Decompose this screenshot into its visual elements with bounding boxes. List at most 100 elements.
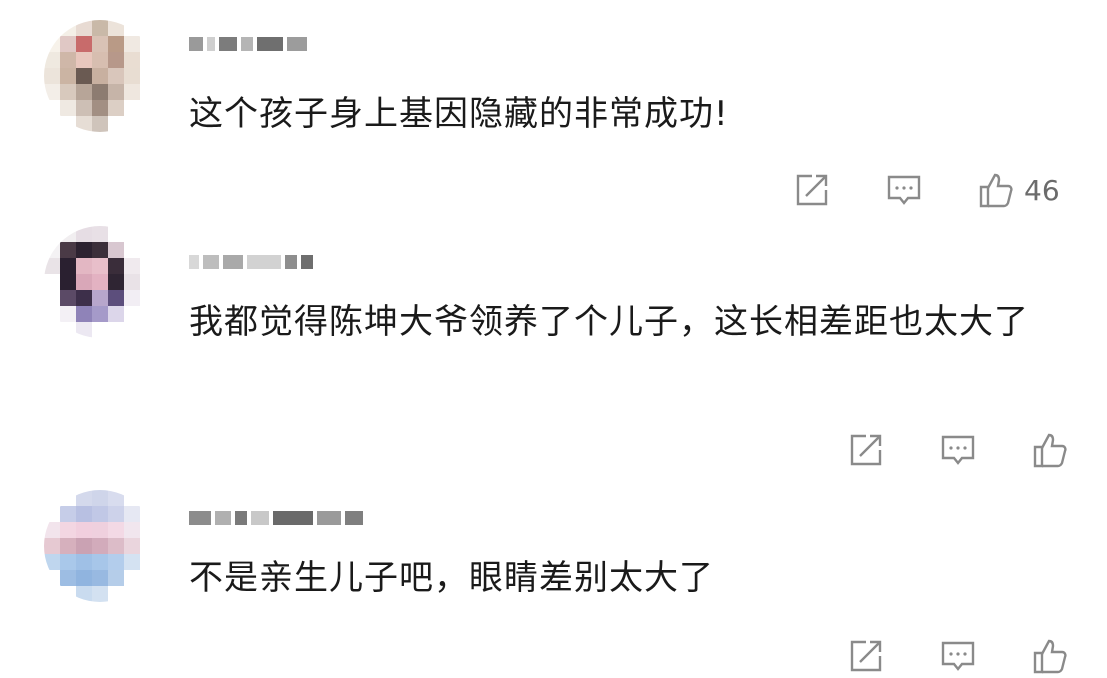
avatar-pixel	[140, 68, 156, 84]
like-icon	[979, 173, 1013, 208]
avatar-pixel	[76, 490, 92, 506]
avatar-pixel	[140, 290, 156, 306]
avatar-pixel	[124, 554, 140, 570]
avatar[interactable]	[44, 226, 156, 338]
avatar-pixel	[76, 522, 92, 538]
avatar-pixel	[92, 84, 108, 100]
reply-icon[interactable]	[938, 430, 978, 470]
avatar-pixel	[108, 20, 124, 36]
comment-text: 这个孩子身上基因隐藏的非常成功!	[189, 94, 729, 134]
reply-icon[interactable]	[938, 636, 978, 676]
avatar-pixel	[124, 242, 140, 258]
avatar-pixel	[124, 274, 140, 290]
comment-actions	[846, 634, 1078, 678]
avatar-pixel	[44, 20, 60, 36]
avatar-pixel	[124, 36, 140, 52]
avatar-pixel	[140, 322, 156, 338]
avatar-pixel	[76, 100, 92, 116]
avatar-pixel	[124, 306, 140, 322]
avatar-pixel	[60, 68, 76, 84]
avatar-pixel	[60, 36, 76, 52]
avatar-pixel	[44, 554, 60, 570]
avatar-pixel	[76, 274, 92, 290]
avatar-pixel	[124, 100, 140, 116]
avatar[interactable]	[44, 20, 156, 132]
avatar-pixel	[108, 522, 124, 538]
comment-actions: 46	[792, 168, 1060, 212]
avatar-pixel	[140, 586, 156, 602]
avatar-pixel	[44, 522, 60, 538]
share-icon[interactable]	[846, 430, 886, 470]
like-button[interactable]	[1030, 430, 1078, 470]
avatar-pixel	[124, 116, 140, 132]
avatar-pixel	[140, 306, 156, 322]
avatar-pixel	[92, 274, 108, 290]
avatar-pixel	[44, 570, 60, 586]
avatar-pixel	[92, 506, 108, 522]
avatar[interactable]	[44, 490, 156, 602]
like-icon	[1033, 639, 1067, 674]
avatar-pixel	[44, 538, 60, 554]
avatar-pixel	[60, 570, 76, 586]
avatar-pixel	[76, 586, 92, 602]
avatar-pixel	[92, 290, 108, 306]
comment-text: 不是亲生儿子吧，眼睛差别太大了	[189, 558, 714, 598]
avatar-pixel	[76, 554, 92, 570]
comment-list: 这个孩子身上基因隐藏的非常成功! 46 我都觉得陈坤大爷领养了个儿子，这长相差距…	[0, 0, 1107, 678]
avatar-pixel	[124, 570, 140, 586]
avatar-pixel	[44, 84, 60, 100]
avatar-pixel	[60, 226, 76, 242]
avatar-pixel	[60, 242, 76, 258]
avatar-pixel	[60, 84, 76, 100]
avatar-pixel	[44, 36, 60, 52]
avatar-pixel	[108, 242, 124, 258]
username-blurred[interactable]	[189, 252, 313, 272]
avatar-pixel	[124, 522, 140, 538]
avatar-pixel	[60, 116, 76, 132]
avatar-pixel	[108, 554, 124, 570]
avatar-pixel	[108, 100, 124, 116]
avatar-pixel	[76, 258, 92, 274]
avatar-pixel	[44, 242, 60, 258]
avatar-pixel	[140, 52, 156, 68]
avatar-pixel	[44, 586, 60, 602]
share-icon[interactable]	[846, 636, 886, 676]
like-button[interactable]	[1030, 636, 1078, 676]
username-blurred[interactable]	[189, 34, 307, 54]
avatar-pixel	[92, 306, 108, 322]
avatar-pixel	[108, 490, 124, 506]
avatar-pixel	[124, 226, 140, 242]
avatar-pixel	[140, 274, 156, 290]
avatar-pixel	[44, 306, 60, 322]
avatar-pixel	[60, 322, 76, 338]
avatar-pixel	[92, 52, 108, 68]
avatar-pixel	[108, 322, 124, 338]
avatar-pixel	[124, 538, 140, 554]
avatar-pixel	[44, 52, 60, 68]
avatar-pixel	[140, 506, 156, 522]
like-count: 46	[1024, 173, 1060, 207]
avatar-pixel	[92, 554, 108, 570]
avatar-pixel	[92, 538, 108, 554]
avatar-pixel	[124, 490, 140, 506]
avatar-pixel	[108, 506, 124, 522]
avatar-pixel	[140, 570, 156, 586]
avatar-pixel	[76, 68, 92, 84]
avatar-pixel	[92, 68, 108, 84]
username-blurred[interactable]	[189, 508, 363, 528]
avatar-pixel	[108, 52, 124, 68]
avatar-pixel	[140, 100, 156, 116]
avatar-pixel	[140, 522, 156, 538]
avatar-pixel	[124, 506, 140, 522]
reply-icon[interactable]	[884, 170, 924, 210]
avatar-pixel	[140, 116, 156, 132]
avatar-pixel	[108, 226, 124, 242]
avatar-pixel	[44, 290, 60, 306]
avatar-pixel	[44, 506, 60, 522]
avatar-pixel	[124, 84, 140, 100]
avatar-pixel	[108, 538, 124, 554]
share-icon[interactable]	[792, 170, 832, 210]
like-button[interactable]: 46	[976, 170, 1060, 210]
avatar-pixel	[140, 84, 156, 100]
avatar-pixel	[60, 490, 76, 506]
